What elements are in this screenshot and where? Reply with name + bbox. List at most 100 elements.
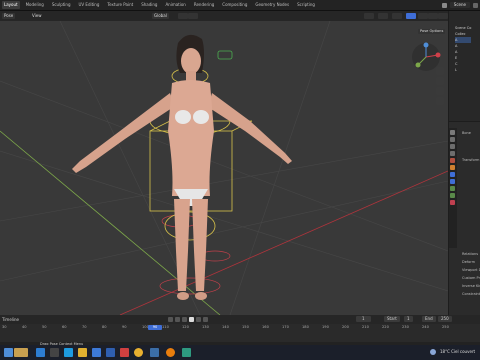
tick-label: 40 [22, 325, 27, 329]
viewport-tools [436, 67, 444, 105]
workspace-tabs: Layout Modeling Sculpting UV Editing Tex… [2, 1, 317, 9]
tick-label: 240 [422, 325, 429, 329]
tick-label: 90 [122, 325, 127, 329]
outliner-list: Scene Co Collec A A A E C L [455, 25, 472, 73]
visibility-icon[interactable] [364, 13, 374, 19]
snap-icon[interactable] [188, 13, 198, 19]
tab-uv-editing[interactable]: UV Editing [77, 1, 102, 9]
data-tab-icon[interactable] [450, 186, 455, 191]
view-layer-tab-icon[interactable] [450, 151, 455, 156]
navigation-gizmo[interactable] [412, 42, 441, 72]
search-icon[interactable] [36, 348, 45, 357]
current-frame-field[interactable]: 1 [356, 316, 371, 322]
timeline-track[interactable]: 30 40 50 60 70 80 90 100 110 120 130 140… [0, 324, 480, 342]
bone-tab-icon[interactable] [450, 193, 455, 198]
viewport-scene [0, 21, 448, 315]
photoshop-icon[interactable] [150, 348, 159, 357]
pan-icon[interactable] [436, 77, 444, 85]
app-icon[interactable] [120, 348, 129, 357]
orientation-dropdown[interactable]: Global [152, 13, 169, 19]
properties-row[interactable]: Inverse Kinematics [462, 284, 480, 289]
render-tab-icon[interactable] [450, 137, 455, 142]
tab-texture-paint[interactable]: Texture Paint [105, 1, 135, 9]
physics-tab-icon[interactable] [450, 179, 455, 184]
properties-row[interactable]: Transform [462, 158, 480, 163]
pivot-icon[interactable] [178, 13, 188, 19]
scene-icon[interactable] [441, 2, 447, 8]
view-menu[interactable]: View [30, 13, 44, 19]
solid-shading-icon[interactable] [418, 13, 428, 19]
tool-tab-icon[interactable] [450, 130, 455, 135]
timeline-header: Timeline 1 Start 1 End 250 [0, 315, 480, 324]
end-frame-field[interactable]: 250 [438, 316, 452, 322]
start-frame-label: Start [384, 316, 400, 322]
zoom-icon[interactable] [436, 67, 444, 75]
tick-label: 180 [302, 325, 309, 329]
overlay-icon[interactable] [392, 13, 402, 19]
scene-tab-icon[interactable] [450, 158, 455, 163]
tick-label: 220 [382, 325, 389, 329]
material-shading-icon[interactable] [428, 13, 438, 19]
task-view-icon[interactable] [50, 348, 59, 357]
prev-key-icon[interactable] [175, 317, 180, 322]
rendered-shading-icon[interactable] [438, 13, 448, 19]
tab-scripting[interactable]: Scripting [295, 1, 317, 9]
jump-end-icon[interactable] [203, 317, 208, 322]
properties-row[interactable]: Relations [462, 252, 480, 257]
tab-compositing[interactable]: Compositing [220, 1, 249, 9]
tick-label: 50 [42, 325, 47, 329]
start-icon[interactable] [4, 348, 13, 357]
camera-view-icon[interactable] [436, 87, 444, 95]
tab-modeling[interactable]: Modeling [24, 1, 46, 9]
outliner-item[interactable]: L [455, 67, 471, 73]
tick-label: 60 [62, 325, 67, 329]
edge-icon[interactable] [64, 348, 73, 357]
material-tab-icon[interactable] [450, 200, 455, 205]
tick-label: 250 [442, 325, 449, 329]
next-key-icon[interactable] [196, 317, 201, 322]
scene-selector[interactable]: Scene [449, 2, 470, 8]
tick-label: 80 [102, 325, 107, 329]
perspective-toggle-icon[interactable] [436, 97, 444, 105]
thumbnail-preview[interactable] [14, 348, 28, 357]
play-icon[interactable] [189, 317, 194, 322]
properties-row[interactable]: Deform [462, 260, 480, 265]
modifier-tab-icon[interactable] [450, 172, 455, 177]
tab-shading[interactable]: Shading [139, 1, 159, 9]
properties-row: Bone [462, 131, 471, 135]
tab-sculpting[interactable]: Sculpting [50, 1, 73, 9]
pose-options-button[interactable]: Pose Options [418, 29, 446, 34]
start-frame-field[interactable]: 1 [404, 316, 413, 322]
chrome-icon[interactable] [134, 348, 143, 357]
tab-animation[interactable]: Animation [163, 1, 187, 9]
tick-label: 120 [182, 325, 189, 329]
mode-dropdown[interactable]: Pose [2, 13, 16, 19]
tick-label: 200 [342, 325, 349, 329]
tab-geometry-nodes[interactable]: Geometry Nodes [253, 1, 291, 9]
output-tab-icon[interactable] [450, 144, 455, 149]
properties-row[interactable]: Viewport Display [462, 268, 480, 273]
play-reverse-icon[interactable] [182, 317, 187, 322]
blender-icon[interactable] [166, 348, 175, 357]
playback-controls [168, 317, 208, 322]
tick-label: 130 [202, 325, 209, 329]
3d-viewport[interactable]: Pose Options [0, 21, 448, 315]
gizmo-icon[interactable] [378, 13, 388, 19]
app-icon-2[interactable] [182, 348, 191, 357]
object-tab-icon[interactable] [450, 165, 455, 170]
properties-row[interactable]: Custom Properties [462, 276, 480, 281]
mail-icon[interactable] [92, 348, 101, 357]
jump-start-icon[interactable] [168, 317, 173, 322]
weather-text: 18°C Ciel couvert [440, 349, 476, 354]
properties-row[interactable]: Constraints [462, 292, 480, 297]
store-icon[interactable] [106, 348, 115, 357]
xray-icon[interactable] [406, 13, 416, 19]
file-explorer-icon[interactable] [78, 348, 87, 357]
tab-layout[interactable]: Layout [2, 1, 20, 9]
tab-rendering[interactable]: Rendering [192, 1, 216, 9]
playhead[interactable]: 90 [148, 325, 162, 330]
tick-label: 190 [322, 325, 329, 329]
tick-label: 70 [82, 325, 87, 329]
timeline-menu[interactable]: Timeline [2, 317, 19, 322]
scene-browse-icon[interactable] [473, 2, 478, 8]
